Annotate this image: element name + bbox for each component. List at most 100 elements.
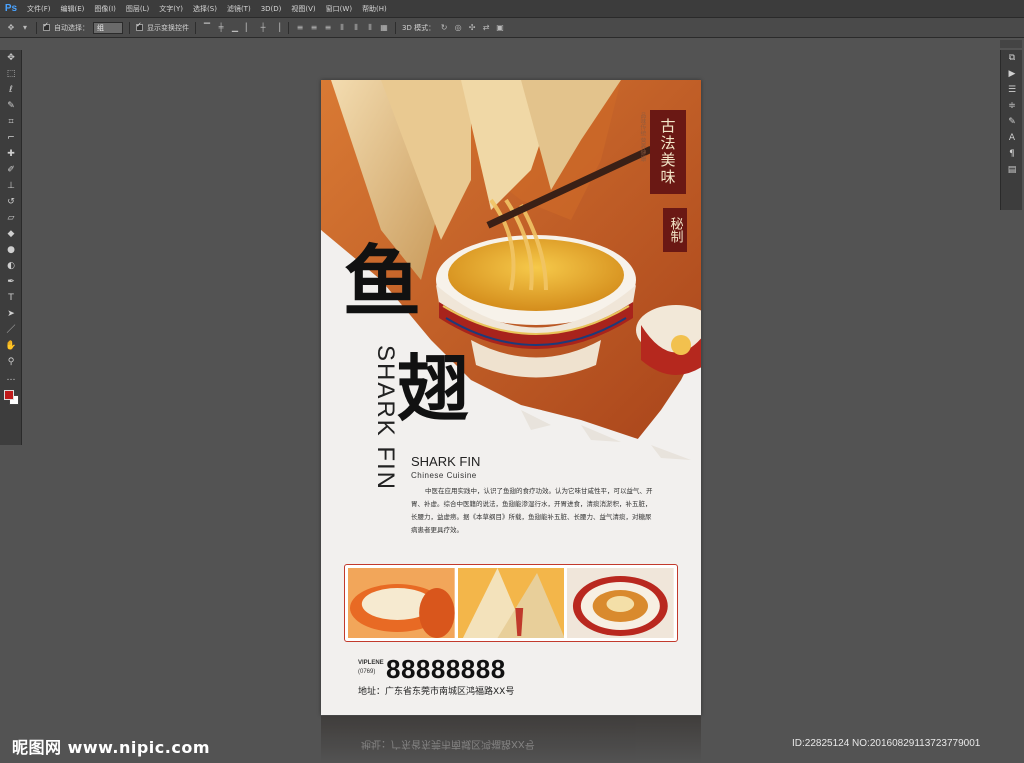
3d-pan-icon[interactable]: ✣ [467, 23, 477, 33]
menu-image[interactable]: 图像(I) [89, 0, 121, 18]
blur-tool-icon[interactable]: ● [0, 242, 22, 258]
auto-select-dropdown[interactable]: 组 [93, 21, 123, 34]
type-tool-icon[interactable]: T [0, 290, 22, 306]
separator [129, 21, 130, 34]
paragraph-panel-icon[interactable]: ¶ [1001, 146, 1023, 162]
image-id-watermark: ID:22825124 NO:20160829113723779001 [792, 738, 981, 749]
tagline-badge: 古法美味 [650, 110, 686, 194]
shape-tool-icon[interactable]: ／ [0, 322, 22, 338]
menu-select[interactable]: 选择(S) [188, 0, 222, 18]
dried-shark-fin-photo [457, 568, 565, 638]
phone-area-code: (0769) [358, 669, 376, 675]
marquee-tool-icon[interactable]: ⬚ [0, 66, 22, 82]
align-vcenter-icon[interactable]: ╪ [216, 23, 226, 33]
menu-layer[interactable]: 图层(L) [121, 0, 154, 18]
distribute-bottom-icon[interactable]: ≡ [323, 23, 333, 33]
brush-panel-icon[interactable]: ✎ [1001, 114, 1023, 130]
crop-tool-icon[interactable]: ⌗ [0, 114, 22, 130]
papaya-shark-fin-photo [348, 568, 455, 638]
auto-select-checkbox[interactable] [43, 21, 50, 31]
eraser-tool-icon[interactable]: ▱ [0, 210, 22, 226]
photoshop-window: Ps 文件(F) 编辑(E) 图像(I) 图层(L) 文字(Y) 选择(S) 滤… [0, 0, 1024, 763]
brush-tool-icon[interactable]: ✐ [0, 162, 22, 178]
healing-brush-icon[interactable]: ✚ [0, 146, 22, 162]
separator [288, 21, 289, 34]
separator [395, 21, 396, 34]
align-top-icon[interactable]: ▔ [202, 23, 212, 33]
character-panel-icon[interactable]: A [1001, 130, 1023, 146]
tools-panel: ✥ ⬚ ℓ ✎ ⌗ ⌐ ✚ ✐ ⊥ ↺ ▱ ◆ ● ◐ ✒ T ➤ ／ ✋ ⚲ … [0, 50, 22, 445]
options-bar: ✥ ▾ 自动选择： 组 显示变换控件 ▔ ╪ ▁ ▏ ┼ ▕ ≡ ≡ ≡ ⦀ ⦀… [0, 18, 1024, 38]
vertical-english-title: SHARK FIN [372, 345, 399, 492]
align-hcenter-icon[interactable]: ┼ [258, 23, 268, 33]
quick-select-tool-icon[interactable]: ✎ [0, 98, 22, 114]
panel-collapse-bar[interactable] [1000, 40, 1022, 48]
menu-file[interactable]: 文件(F) [22, 0, 56, 18]
english-subtitle-cuisine: Chinese Cuisine [411, 471, 477, 480]
move-tool-icon[interactable]: ✥ [6, 23, 16, 33]
document-canvas[interactable]: 品味传统 营养健康 古法美味 秘制 鱼 翅 SHARK FIN SHARK FI… [321, 80, 701, 715]
history-brush-icon[interactable]: ↺ [0, 194, 22, 210]
3d-mode-label: 3D 模式： [402, 23, 436, 32]
history-panel-icon[interactable]: ⧉ [1001, 50, 1023, 66]
distribute-hcenter-icon[interactable]: ⦀ [351, 23, 361, 33]
phone-label: VIPLENE [358, 660, 384, 666]
separator [195, 21, 196, 34]
foreground-color-swatch[interactable] [4, 390, 14, 400]
more-tools-icon[interactable]: … [0, 370, 22, 386]
phone-number: 88888888 [386, 654, 506, 684]
layer-comps-icon[interactable]: ▤ [1001, 162, 1023, 178]
3d-scale-icon[interactable]: ▣ [495, 23, 505, 33]
description-paragraph: 中医在应用实践中，认识了鱼翅的食疗功效。认为它味甘咸性平，可以益气、开胃、补虚。… [411, 487, 653, 534]
poster-reflection: 地址：广东省东莞市南城区鸿福路XX号 [321, 716, 701, 763]
distribute-right-icon[interactable]: ⦀ [365, 23, 375, 33]
3d-roll-icon[interactable]: ◎ [453, 23, 463, 33]
actions-panel-icon[interactable]: ▶ [1001, 66, 1023, 82]
separator [36, 21, 37, 34]
auto-select-label: 自动选择： [54, 23, 89, 32]
menu-bar: Ps 文件(F) 编辑(E) 图像(I) 图层(L) 文字(Y) 选择(S) 滤… [0, 0, 1024, 18]
lasso-tool-icon[interactable]: ℓ [0, 82, 22, 98]
menu-filter[interactable]: 滤镜(T) [222, 0, 256, 18]
paint-bucket-icon[interactable]: ◆ [0, 226, 22, 242]
stamp-tool-icon[interactable]: ⊥ [0, 178, 22, 194]
photoshop-logo: Ps [4, 3, 18, 14]
3d-slide-icon[interactable]: ⇄ [481, 23, 491, 33]
menu-view[interactable]: 视图(V) [286, 0, 320, 18]
pen-tool-icon[interactable]: ✒ [0, 274, 22, 290]
menu-window[interactable]: 窗口(W) [321, 0, 357, 18]
title-character-fin: 翅 [397, 346, 470, 431]
show-transform-checkbox[interactable] [136, 21, 143, 31]
menu-edit[interactable]: 编辑(E) [56, 0, 90, 18]
align-left-icon[interactable]: ▏ [244, 23, 254, 33]
path-select-icon[interactable]: ➤ [0, 306, 22, 322]
menu-help[interactable]: 帮助(H) [357, 0, 392, 18]
english-subtitle: SHARK FIN [411, 454, 481, 469]
align-bottom-icon[interactable]: ▁ [230, 23, 240, 33]
align-right-icon[interactable]: ▕ [272, 23, 282, 33]
3d-rotate-icon[interactable]: ↻ [439, 23, 449, 33]
dodge-tool-icon[interactable]: ◐ [0, 258, 22, 274]
menu-3d[interactable]: 3D(D) [256, 0, 287, 18]
zoom-tool-icon[interactable]: ⚲ [0, 354, 22, 370]
title-character-fish: 鱼 [343, 237, 422, 328]
decorative-vertical-text: 品味传统 营养健康 [639, 112, 646, 162]
nipic-watermark: 昵图网 www.nipic.com [12, 738, 210, 757]
properties-panel-icon[interactable]: ☰ [1001, 82, 1023, 98]
right-panel-dock: ⧉ ▶ ☰ ≑ ✎ A ¶ ▤ [1000, 50, 1022, 210]
reflection-text: 地址：广东省东莞市南城区鸿福路XX号 [361, 738, 535, 749]
eyedropper-tool-icon[interactable]: ⌐ [0, 130, 22, 146]
auto-align-icon[interactable]: ▦ [379, 23, 389, 33]
adjustments-panel-icon[interactable]: ≑ [1001, 98, 1023, 114]
address-text: 地址：广东省东莞市南城区鸿福路XX号 [358, 687, 515, 697]
shark-fin-soup-bowl-photo [567, 568, 675, 638]
dish-photo-strip [344, 564, 678, 642]
show-transform-label: 显示变换控件 [147, 23, 189, 32]
distribute-left-icon[interactable]: ⦀ [337, 23, 347, 33]
menu-type[interactable]: 文字(Y) [154, 0, 188, 18]
distribute-top-icon[interactable]: ≡ [295, 23, 305, 33]
distribute-vcenter-icon[interactable]: ≡ [309, 23, 319, 33]
hand-tool-icon[interactable]: ✋ [0, 338, 22, 354]
move-tool-icon[interactable]: ✥ [0, 50, 22, 66]
chevron-down-icon[interactable]: ▾ [20, 23, 30, 33]
